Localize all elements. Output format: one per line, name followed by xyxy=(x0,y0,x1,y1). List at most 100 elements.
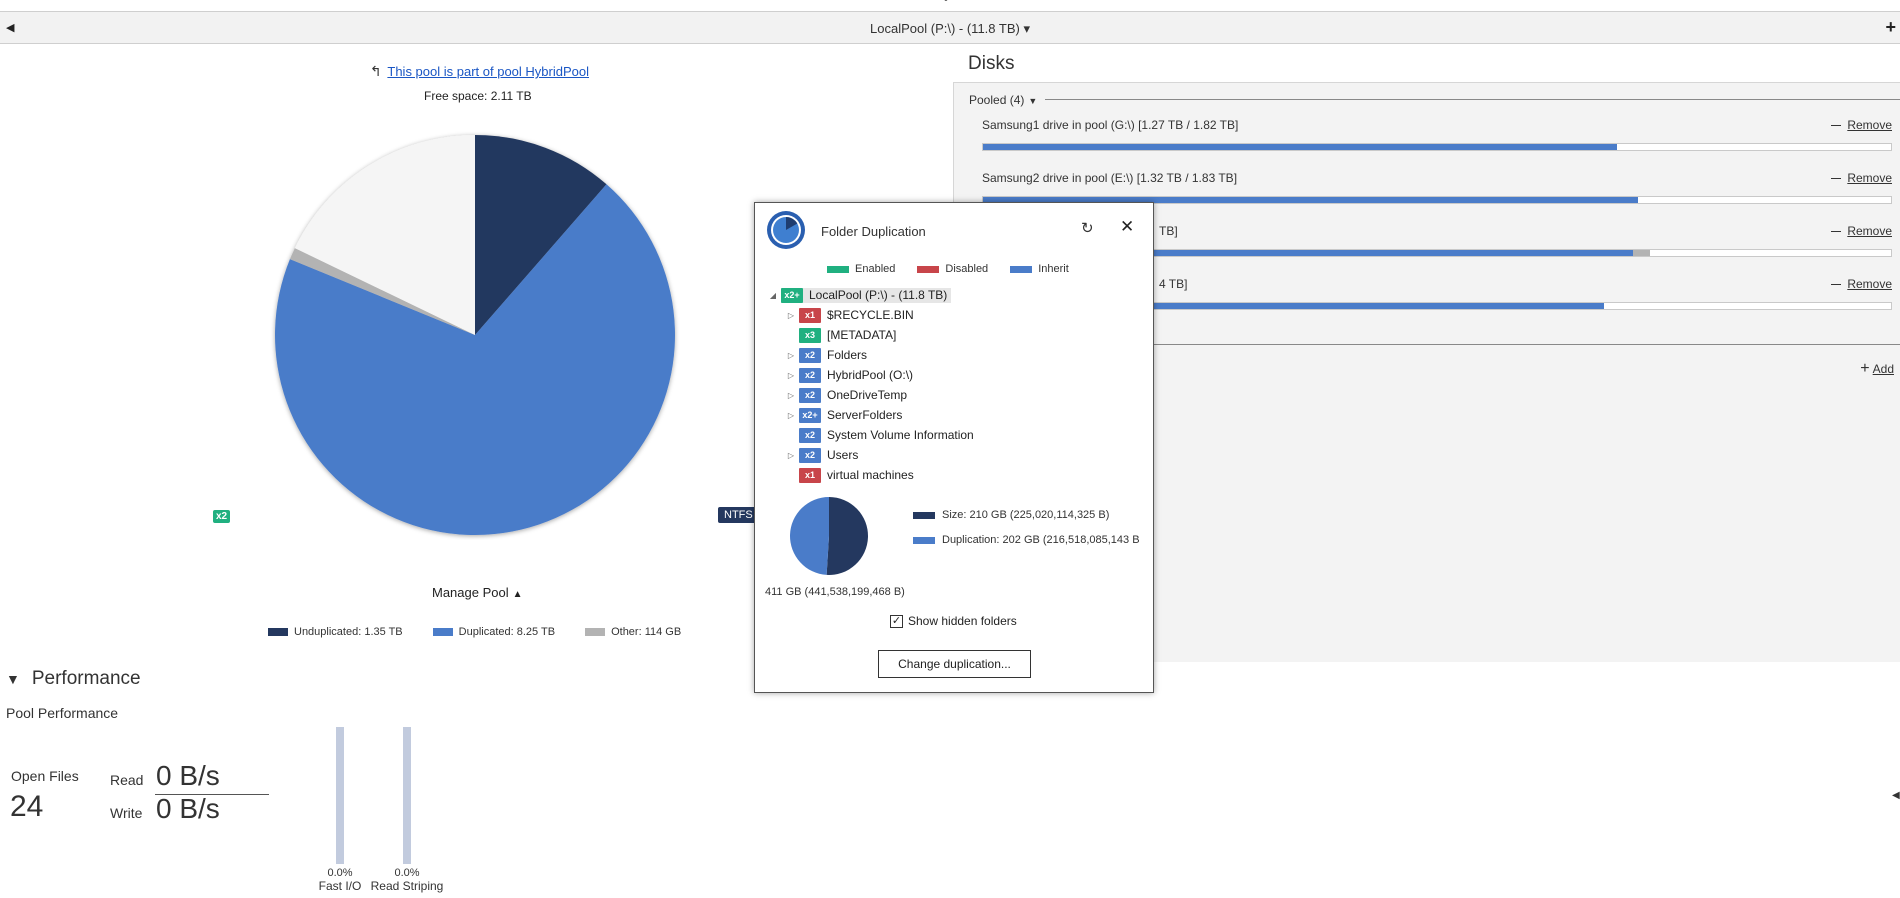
tree-item[interactable]: x3 [METADATA] xyxy=(765,325,1145,345)
tree-root-item[interactable]: x2+ LocalPool (P:\) - (11.8 TB) xyxy=(781,287,952,303)
legend-label: Disabled xyxy=(945,263,989,275)
pool-header-bar: ◀ LocalPool (P:\) - (11.8 TB) ▾ + xyxy=(0,12,1900,44)
folder-size-pie-chart xyxy=(789,497,868,575)
performance-section-toggle[interactable]: ▼ Performance xyxy=(6,668,141,690)
tree-item-label: $RECYCLE.BIN xyxy=(827,308,914,322)
pooled-group-toggle[interactable]: Pooled (4) ▼ xyxy=(969,93,1037,107)
tree-item-label: Users xyxy=(827,448,859,462)
show-hidden-folders-checkbox[interactable]: ✓ Show hidden folders xyxy=(890,614,1017,628)
remove-link[interactable]: Remove xyxy=(1847,118,1892,132)
disk-row[interactable]: Samsung1 drive in pool (G:\) [1.27 TB / … xyxy=(982,118,1892,151)
close-icon[interactable]: ✕ xyxy=(1120,217,1134,237)
tree-item[interactable]: ▷ x2 HybridPool (O:\) xyxy=(765,365,1145,385)
tree-item[interactable]: ▷ x2+ ServerFolders xyxy=(765,405,1145,425)
expand-arrow-icon[interactable]: ▷ xyxy=(783,451,799,460)
duplication-badge: x2 xyxy=(799,347,821,363)
add-pool-icon[interactable]: + xyxy=(1885,17,1896,38)
remove-link[interactable]: Remove xyxy=(1847,224,1892,238)
legend-label: Enabled xyxy=(855,263,896,275)
remove-disk-button[interactable]: Remove xyxy=(1831,277,1892,291)
tree-item[interactable]: x2 System Volume Information xyxy=(765,425,1145,445)
duplication-badge: x2 xyxy=(799,447,821,463)
read-label: Read xyxy=(110,772,144,788)
write-label: Write xyxy=(110,805,143,821)
remove-disk-button[interactable]: Remove xyxy=(1831,118,1892,132)
mini-pie-slice-size xyxy=(826,497,868,575)
disk-name: Samsung1 drive in pool (G:\) [1.27 TB / … xyxy=(982,118,1239,132)
tree-root-row[interactable]: ◢ x2+ LocalPool (P:\) - (11.8 TB) xyxy=(765,285,1145,305)
refresh-icon[interactable]: ↻ xyxy=(1081,219,1094,237)
expand-arrow-icon[interactable]: ▷ xyxy=(783,371,799,380)
add-link[interactable]: Add xyxy=(1873,362,1894,376)
checkmark-icon[interactable]: ✓ xyxy=(890,614,903,628)
legend-swatch xyxy=(585,628,606,636)
pooled-group-label: Pooled (4) xyxy=(969,93,1025,107)
read-striping-percent: 0.0% xyxy=(394,867,420,879)
disk-usage-fill-other xyxy=(1633,250,1651,256)
expand-arrow-icon[interactable]: ▷ xyxy=(783,351,799,360)
folder-duplication-dialog: Folder Duplication ↻ ✕ Enabled Disabled … xyxy=(754,202,1154,693)
tree-item[interactable]: ▷ x2 Users xyxy=(765,445,1145,465)
legend-item-unduplicated: Unduplicated: 1.35 TB xyxy=(268,626,403,638)
tree-item[interactable]: ▷ x2 OneDriveTemp xyxy=(765,385,1145,405)
folder-total-size: 411 GB (441,538,199,468 B) xyxy=(765,586,905,598)
size-legend-item: Size: 210 GB (225,020,114,325 B) xyxy=(913,509,1143,521)
write-value: 0 B/s xyxy=(156,793,220,824)
parent-pool-row: ↰ This pool is part of pool HybridPool xyxy=(370,63,589,80)
disk-usage-fill xyxy=(983,144,1617,150)
up-arrow-icon: ↰ xyxy=(370,63,382,79)
disk-name: Samsung2 drive in pool (E:\) [1.32 TB / … xyxy=(982,171,1238,185)
duplication-badge: x1 xyxy=(799,467,821,483)
legend-swatch xyxy=(913,511,935,519)
tree-item-label: System Volume Information xyxy=(827,428,974,442)
tree-item-label: HybridPool (O:\) xyxy=(827,368,914,382)
remove-link[interactable]: Remove xyxy=(1847,171,1892,185)
tree-item[interactable]: ▷ x1 $RECYCLE.BIN xyxy=(765,305,1145,325)
collapse-arrow-icon[interactable]: ◢ xyxy=(765,291,781,300)
minus-icon xyxy=(1831,231,1842,233)
disk-row[interactable]: Samsung2 drive in pool (E:\) [1.32 TB / … xyxy=(982,171,1892,204)
legend-inherit: Inherit xyxy=(1010,263,1069,275)
legend-swatch xyxy=(917,265,940,273)
expand-arrow-icon[interactable]: ▷ xyxy=(783,311,799,320)
parent-pool-link[interactable]: This pool is part of pool HybridPool xyxy=(387,64,589,79)
remove-disk-button[interactable]: Remove xyxy=(1831,224,1892,238)
manage-pool-button[interactable]: Manage Pool ▲ xyxy=(432,585,523,600)
legend-swatch xyxy=(268,628,288,636)
dialog-title: Folder Duplication xyxy=(821,224,926,239)
size-legend-label: Size: 210 GB (225,020,114,325 B) xyxy=(942,509,1110,521)
tree-item-label: OneDriveTemp xyxy=(827,388,908,402)
disks-divider xyxy=(1152,344,1900,345)
change-duplication-button[interactable]: Change duplication... xyxy=(878,650,1031,678)
fast-io-bar-track xyxy=(336,727,344,864)
disks-title: Disks xyxy=(968,53,1015,74)
pool-title-dropdown[interactable]: LocalPool (P:\) - (11.8 TB) ▾ xyxy=(0,21,1900,37)
remove-disk-button[interactable]: Remove xyxy=(1831,171,1892,185)
duplication-badge: x2+ xyxy=(781,287,803,303)
legend-item-other: Other: 114 GB xyxy=(585,626,681,638)
collapse-triangle-icon: ▼ xyxy=(6,671,20,687)
duplication-badge: x2+ xyxy=(799,407,821,423)
tree-item-label: LocalPool (P:\) - (11.8 TB) xyxy=(809,288,948,302)
read-write-stats: Read 0 B/s Write 0 B/s xyxy=(110,760,269,825)
expand-arrow-icon[interactable]: ▷ xyxy=(783,391,799,400)
expand-arrow-icon[interactable]: ▷ xyxy=(783,411,799,420)
read-value: 0 B/s xyxy=(156,760,220,791)
legend-label: Unduplicated: 1.35 TB xyxy=(294,626,403,638)
tree-item[interactable]: ▷ x2 Folders xyxy=(765,345,1145,365)
duplication-legend-item: Duplication: 202 GB (216,518,085,143 B xyxy=(913,534,1143,546)
expand-panel-arrow-icon[interactable]: ◀ xyxy=(1892,790,1900,801)
legend-item-duplicated: Duplicated: 8.25 TB xyxy=(432,626,555,638)
tree-item[interactable]: x1 virtual machines xyxy=(765,465,1145,485)
disk-usage-track xyxy=(982,143,1892,151)
tree-item-label: ServerFolders xyxy=(827,408,903,422)
pool-performance-subheading: Pool Performance xyxy=(6,705,119,721)
pool-usage-pie-chart xyxy=(275,135,675,536)
minus-icon xyxy=(1831,178,1842,180)
add-disk-button[interactable]: + Add xyxy=(1860,360,1894,378)
caret-down-icon: ▼ xyxy=(1028,96,1038,106)
caret-up-icon: ▲ xyxy=(512,589,523,600)
manage-pool-label: Manage Pool xyxy=(432,585,509,600)
remove-link[interactable]: Remove xyxy=(1847,277,1892,291)
legend-enabled: Enabled xyxy=(827,263,895,275)
